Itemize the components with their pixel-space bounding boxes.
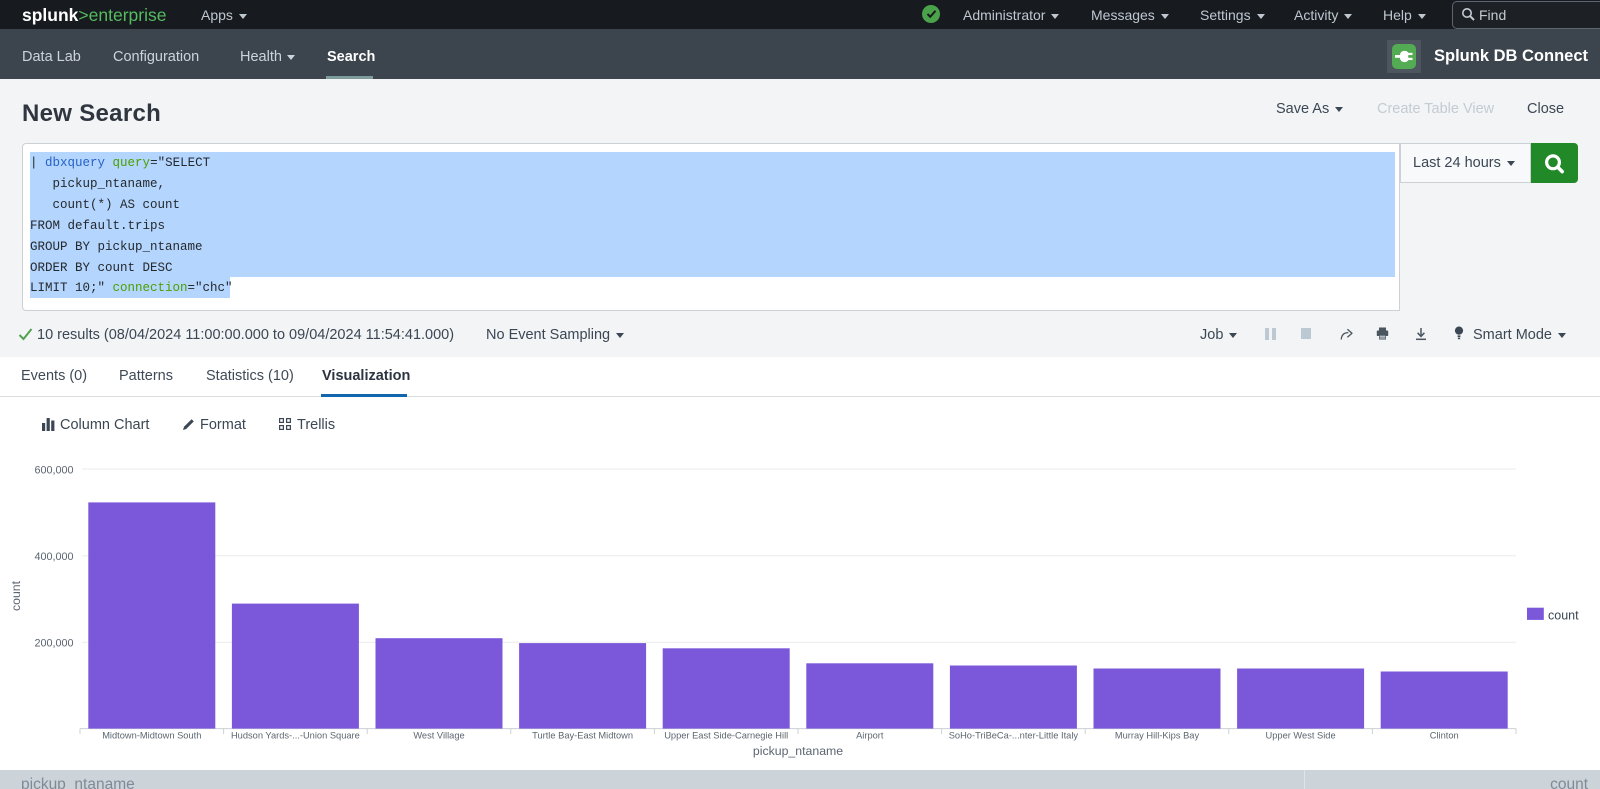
svg-text:Upper East Side-Carnegie Hill: Upper East Side-Carnegie Hill — [664, 731, 788, 741]
svg-text:Murray Hill-Kips Bay: Murray Hill-Kips Bay — [1115, 731, 1200, 741]
svg-text:pickup_ntaname: pickup_ntaname — [753, 744, 843, 758]
svg-text:Airport: Airport — [856, 731, 884, 741]
svg-text:Clinton: Clinton — [1430, 731, 1459, 741]
svg-text:Upper West Side: Upper West Side — [1266, 731, 1336, 741]
svg-text:Turtle Bay-East Midtown: Turtle Bay-East Midtown — [532, 731, 633, 741]
svg-text:200,000: 200,000 — [34, 638, 73, 650]
svg-text:Hudson Yards-...-Union Square: Hudson Yards-...-Union Square — [231, 731, 360, 741]
svg-text:count: count — [1548, 609, 1579, 623]
svg-text:400,000: 400,000 — [34, 551, 73, 563]
svg-text:Midtown-Midtown South: Midtown-Midtown South — [102, 731, 201, 741]
svg-text:West Village: West Village — [413, 731, 464, 741]
svg-text:count: count — [9, 580, 23, 611]
svg-text:SoHo-TriBeCa-...nter-Little It: SoHo-TriBeCa-...nter-Little Italy — [949, 731, 1079, 741]
svg-text:600,000: 600,000 — [34, 464, 73, 476]
